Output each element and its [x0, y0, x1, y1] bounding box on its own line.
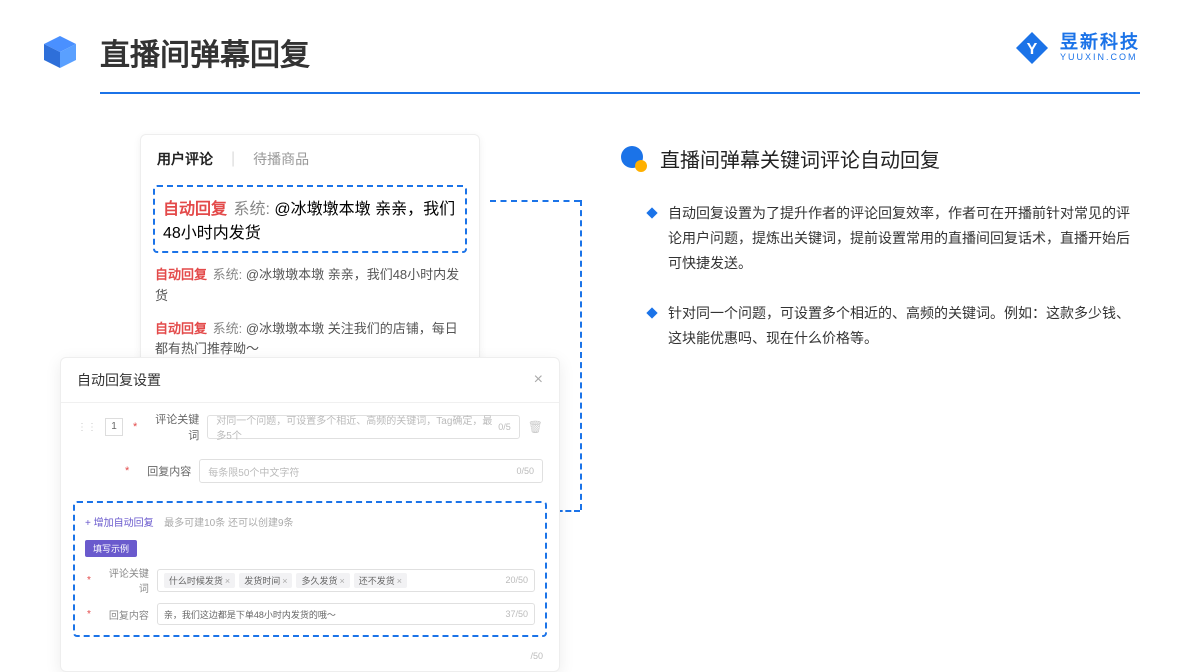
bullet-text: 针对同一个问题，可设置多个相近的、高频的关键词。例如：这款多少钱、这块能优惠吗、…	[668, 301, 1140, 351]
diamond-bullet-icon	[646, 207, 657, 218]
brand-logo-icon: Y	[1014, 30, 1050, 66]
bullet-text: 自动回复设置为了提升作者的评论回复效率，作者可在开播前针对常见的评论用户问题，提…	[668, 201, 1140, 277]
auto-reply-tag: 自动回复	[155, 321, 207, 336]
chip-remove-icon[interactable]: ×	[339, 576, 344, 586]
add-auto-reply-link[interactable]: + 增加自动回复	[85, 518, 154, 529]
diamond-bullet-icon	[646, 307, 657, 318]
chip-remove-icon[interactable]: ×	[282, 576, 287, 586]
example-highlight-box: + 增加自动回复 最多可建10条 还可以创建9条 填写示例 * 评论关键词 什么…	[73, 501, 547, 637]
char-count: 0/50	[516, 466, 534, 476]
required-star: *	[133, 421, 137, 433]
section-title: 直播间弹幕关键词评论自动回复	[660, 144, 940, 173]
bullet-item: 自动回复设置为了提升作者的评论回复效率，作者可在开播前针对常见的评论用户问题，提…	[620, 201, 1140, 277]
svg-text:Y: Y	[1027, 41, 1038, 58]
system-label: 系统:	[213, 321, 243, 336]
drag-handle-icon[interactable]: ⋮⋮	[77, 422, 97, 433]
example-reply-input[interactable]: 亲，我们这边都是下单48小时内发货的哦～ 37/50	[157, 603, 535, 625]
input-placeholder: 每条限50个中文字符	[208, 464, 299, 479]
keyword-chip[interactable]: 发货时间×	[239, 573, 292, 588]
keyword-chip[interactable]: 多久发货×	[296, 573, 349, 588]
required-star: *	[87, 609, 91, 620]
trash-icon[interactable]: 🗑	[528, 420, 543, 434]
auto-reply-tag: 自动回复	[155, 267, 207, 282]
system-label: 系统:	[233, 201, 269, 218]
required-star: *	[125, 465, 129, 477]
row-number: 1	[105, 418, 123, 436]
close-icon[interactable]: ×	[534, 371, 543, 389]
chat-bubble-icon	[620, 145, 648, 173]
keyword-label: 评论关键词	[147, 411, 199, 443]
settings-card: 自动回复设置 × ⋮⋮ 1 * 评论关键词 对同一个问题，可设置多个相近、高频的…	[60, 357, 560, 672]
system-label: 系统:	[213, 267, 243, 282]
keyword-chip[interactable]: 还不发货×	[354, 573, 407, 588]
example-badge: 填写示例	[85, 540, 137, 557]
example-kw-input[interactable]: 什么时候发货× 发货时间× 多久发货× 还不发货× 20/50	[157, 569, 535, 592]
char-count: 37/50	[505, 609, 528, 619]
page-title: 直播间弹幕回复	[100, 30, 310, 74]
connector-line	[490, 200, 580, 202]
chip-remove-icon[interactable]: ×	[397, 576, 402, 586]
add-hint: 最多可建10条 还可以创建9条	[164, 518, 293, 529]
keyword-chip[interactable]: 什么时候发货×	[164, 573, 235, 588]
chip-container: 什么时候发货× 发货时间× 多久发货× 还不发货×	[164, 573, 407, 588]
brand-name-en: YUUXIN.COM	[1060, 53, 1140, 63]
brand-name-cn: 昱新科技	[1060, 33, 1140, 53]
connector-line	[580, 200, 582, 510]
tab-pending-goods[interactable]: 待播商品	[253, 149, 309, 169]
cube-icon	[40, 32, 80, 72]
input-placeholder: 对同一个问题，可设置多个相近、高频的关键词，Tag确定，最多5个	[216, 412, 498, 442]
reply-input[interactable]: 每条限50个中文字符 0/50	[199, 459, 543, 483]
tab-user-comments[interactable]: 用户评论	[157, 149, 213, 169]
required-star: *	[87, 575, 91, 586]
auto-reply-tag: 自动回复	[163, 201, 227, 218]
example-reply-label: 回复内容	[101, 607, 149, 622]
highlighted-comment: 自动回复 系统: @冰墩墩本墩 亲亲，我们48小时内发货	[153, 185, 467, 253]
chip-remove-icon[interactable]: ×	[225, 576, 230, 586]
tab-separator: |	[231, 150, 235, 168]
outer-count: /50	[61, 651, 559, 671]
example-reply-text: 亲，我们这边都是下单48小时内发货的哦～	[164, 608, 336, 621]
bullet-item: 针对同一个问题，可设置多个相近的、高频的关键词。例如：这款多少钱、这块能优惠吗、…	[620, 301, 1140, 351]
settings-title: 自动回复设置	[77, 370, 161, 390]
brand-block: Y 昱新科技 YUUXIN.COM	[1014, 30, 1140, 66]
keyword-input[interactable]: 对同一个问题，可设置多个相近、高频的关键词，Tag确定，最多5个 0/5	[207, 415, 519, 439]
comment-row: 自动回复 系统: @冰墩墩本墩 亲亲，我们48小时内发货	[141, 259, 479, 313]
char-count: 0/5	[498, 422, 511, 432]
example-kw-label: 评论关键词	[101, 565, 149, 595]
comments-card: 用户评论 | 待播商品 自动回复 系统: @冰墩墩本墩 亲亲，我们48小时内发货…	[140, 134, 480, 367]
reply-label: 回复内容	[139, 463, 191, 479]
char-count: 20/50	[505, 575, 528, 585]
